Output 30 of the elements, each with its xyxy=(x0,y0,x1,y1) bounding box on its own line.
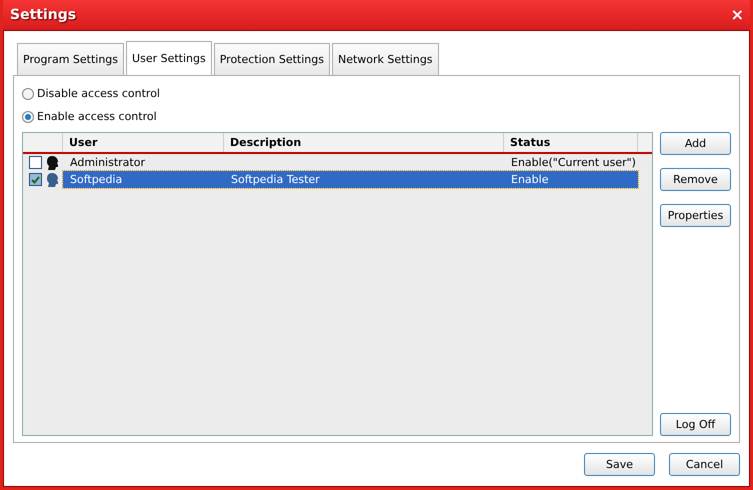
table-row[interactable]: Administrator Enable("Current user") xyxy=(63,154,638,171)
close-button[interactable]: × xyxy=(730,7,744,23)
table-cell-text: Enable("Current user") xyxy=(510,156,637,169)
table-cell-text: Softpedia xyxy=(69,173,124,186)
user-icon xyxy=(46,172,58,186)
action-button[interactable]: Properties xyxy=(660,204,731,227)
action-button[interactable]: Add xyxy=(660,132,731,155)
dialog-button[interactable]: Cancel xyxy=(669,453,740,476)
log-off-button[interactable]: Log Off xyxy=(660,413,731,436)
column-header[interactable]: Description xyxy=(224,133,504,152)
user-icon xyxy=(46,156,58,170)
tab[interactable]: Network Settings xyxy=(332,43,439,75)
radio-label: Disable access control xyxy=(37,87,160,100)
checkbox[interactable] xyxy=(29,173,42,186)
checkbox[interactable] xyxy=(29,156,42,169)
tab[interactable]: Program Settings xyxy=(17,43,124,75)
column-header[interactable]: User xyxy=(63,133,224,152)
table-cell-text: Administrator xyxy=(69,156,146,169)
dialog-button[interactable]: Save xyxy=(584,453,655,476)
radio-label: Enable access control xyxy=(37,110,157,123)
table-row[interactable]: Softpedia Softpedia Tester Enable xyxy=(63,171,638,188)
radio-button[interactable] xyxy=(22,110,34,122)
tab[interactable]: Protection Settings xyxy=(214,43,330,75)
action-button[interactable]: Remove xyxy=(660,168,731,191)
table-cell-text: Softpedia Tester xyxy=(230,173,321,186)
radio-button[interactable] xyxy=(22,88,34,100)
window-title: Settings xyxy=(10,7,76,23)
column-header[interactable]: Status xyxy=(504,133,638,152)
tab[interactable]: User Settings xyxy=(126,41,212,76)
table-cell-text: Enable xyxy=(510,173,550,186)
